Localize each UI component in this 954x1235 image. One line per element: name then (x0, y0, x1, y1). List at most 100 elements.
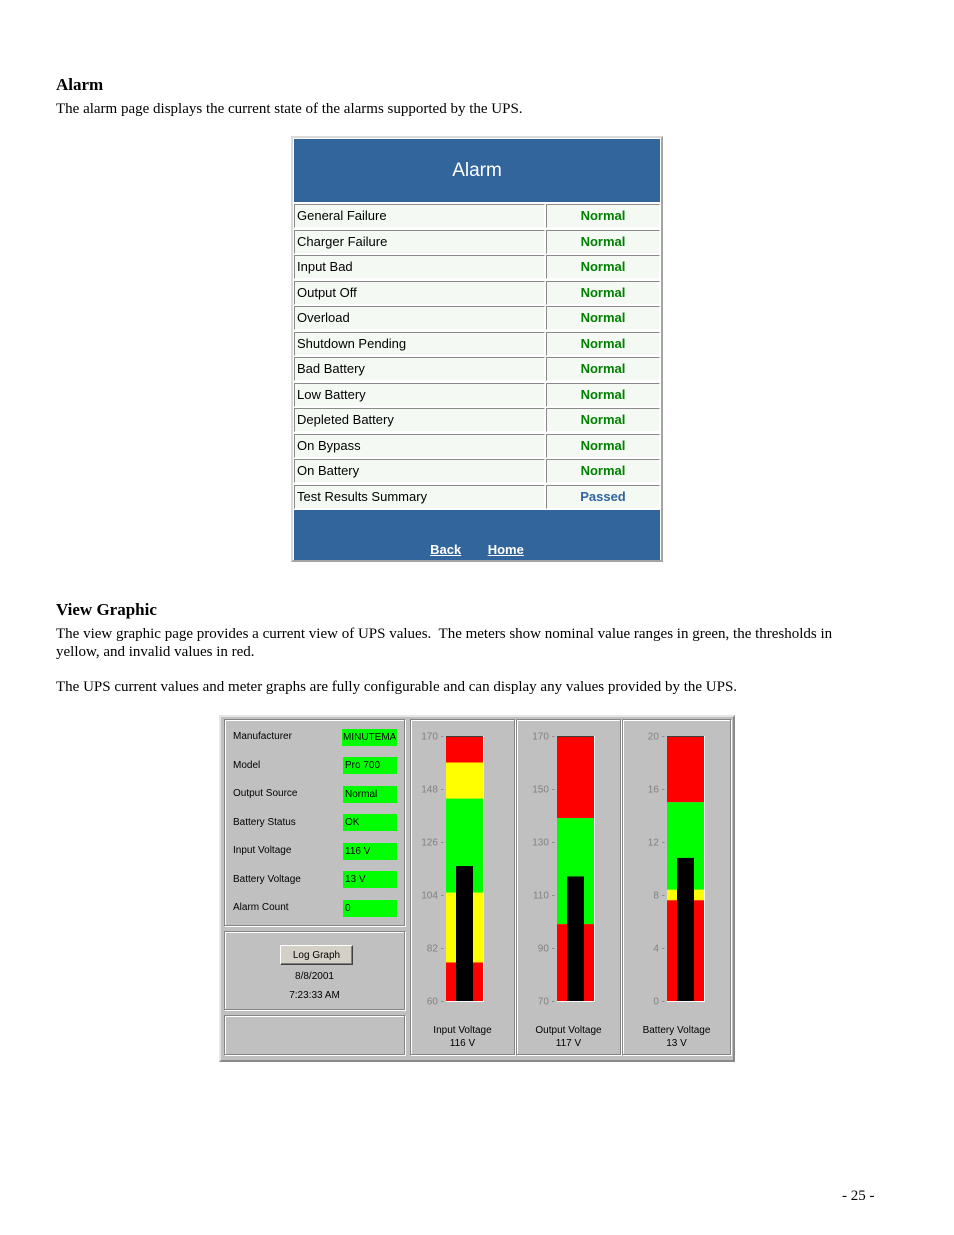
alarm-row: Charger Failure Normal (294, 229, 660, 254)
meter-graph: 20 - 16 - 12 - 8 - 4 - 0 - Battery Voltage 13 V (643, 732, 711, 1050)
meter-tick-label: 130 - (532, 838, 555, 849)
alarm-name: Charger Failure (294, 229, 545, 254)
meter-value-bar (456, 866, 473, 1001)
alarm-section-description: The alarm page displays the current stat… (56, 101, 523, 117)
alarm-status: Passed (546, 484, 660, 509)
meter-tick-label: 170 - (421, 732, 444, 743)
alarm-name: Bad Battery (294, 357, 545, 381)
alarm-status: Normal (546, 433, 660, 458)
alarm-name: Input Bad (294, 255, 545, 279)
meter-tick-label: 104 - (421, 891, 444, 902)
ups-value-label: Battery Status (233, 816, 296, 828)
alarm-row: Shutdown Pending Normal (294, 331, 660, 356)
alarm-panel-title: Alarm (294, 139, 660, 202)
alarm-row: On Bypass Normal (294, 433, 660, 458)
alarm-name: Depleted Battery (294, 408, 545, 432)
log-date: 8/8/2001 (295, 971, 334, 982)
meter-zone-red (557, 736, 594, 819)
alarm-row: General Failure Normal (294, 204, 660, 228)
meter-title: Input Voltage (433, 1025, 492, 1036)
alarm-panel: Alarm General Failure Normal Charger Failu… (291, 136, 663, 562)
meter-tick-label: 70 - (538, 997, 555, 1008)
alarm-status: Normal (546, 280, 660, 305)
meter-title: Battery Voltage (643, 1025, 711, 1036)
meter-panel-input-voltage: 170 - 148 - 126 - 104 - 82 - 60 - Input Voltag… (410, 719, 515, 1055)
meter-tick-label: 12 - (648, 838, 665, 849)
empty-status-panel (224, 1015, 405, 1055)
meter-zone-red (446, 736, 483, 763)
alarm-row: On Battery Normal (294, 459, 660, 483)
meter-zone-yellow (446, 762, 483, 799)
meter-tick-label: 0 - (653, 997, 665, 1008)
alarm-panel-footer: Back Home (294, 510, 660, 560)
alarm-row: Test Results Summary Passed (294, 484, 660, 509)
alarm-name: Shutdown Pending (294, 331, 545, 356)
alarm-status: Normal (546, 357, 660, 381)
meter-title: Output Voltage (535, 1025, 602, 1036)
ups-value-label: Model (233, 759, 261, 771)
log-time: 7:23:33 AM (289, 990, 340, 1001)
alarm-row: Output Off Normal (294, 280, 660, 305)
ups-values-panel: Manufacturer MINUTEMAN Model Pro 700 Output … (224, 719, 405, 926)
ups-value-field: Normal (343, 785, 397, 803)
meter-value-bar (677, 857, 694, 1001)
meter-value-bar (567, 876, 584, 1001)
view-graphic-panel: Manufacturer MINUTEMAN Model Pro 700 Output … (219, 715, 735, 1062)
alarm-status: Normal (546, 255, 660, 279)
alarm-status: Normal (546, 306, 660, 330)
alarm-row: Overload Normal (294, 306, 660, 330)
meter-graph: 170 - 150 - 130 - 110 - 90 - 70 - Output Volta… (532, 732, 602, 1050)
meter-tick-label: 20 - (648, 732, 665, 743)
alarm-row: Input Bad Normal (294, 255, 660, 279)
ups-value-label: Input Voltage (233, 845, 292, 856)
meter-value-text: 116 V (450, 1038, 476, 1049)
meter-tick-label: 4 - (653, 944, 665, 955)
ups-value-field: OK (343, 814, 397, 831)
ups-value-field: MINUTEMAN (342, 728, 397, 746)
alarm-row: Depleted Battery Normal (294, 408, 660, 432)
alarm-name: General Failure (294, 204, 545, 228)
meter-value-text: 117 V (556, 1038, 582, 1049)
page-number: - 25 - (842, 1188, 875, 1204)
meter-tick-label: 170 - (532, 732, 555, 743)
meter-zone-red (667, 736, 704, 803)
ups-value-field: 13 V (343, 871, 397, 888)
back-link[interactable]: Back (430, 542, 461, 557)
meter-value-text: 13 V (666, 1038, 687, 1049)
meter-graph: 170 - 148 - 126 - 104 - 82 - 60 - Input Voltag… (421, 732, 492, 1050)
alarm-name: Output Off (294, 280, 545, 305)
alarm-row: Low Battery Normal (294, 382, 660, 407)
alarm-status: Normal (546, 204, 660, 228)
alarm-name: Low Battery (294, 382, 545, 407)
meter-tick-label: 16 - (648, 785, 665, 796)
meter-panel-battery-voltage: 20 - 16 - 12 - 8 - 4 - 0 - Battery Voltage 13 V (622, 719, 731, 1055)
ups-value-label: Battery Voltage (233, 873, 301, 885)
meter-tick-label: 8 - (653, 891, 665, 902)
ups-value-label: Output Source (233, 788, 298, 799)
meter-tick-label: 150 - (532, 785, 555, 796)
ups-value-label: Alarm Count (233, 902, 289, 913)
alarm-status: Normal (546, 229, 660, 254)
ups-value-field: 0 (343, 899, 397, 917)
alarm-status: Normal (546, 459, 660, 483)
meter-tick-label: 60 - (427, 997, 444, 1008)
alarm-row: Bad Battery Normal (294, 357, 660, 381)
meter-tick-label: 82 - (427, 944, 444, 955)
alarm-name: On Bypass (294, 433, 545, 458)
meter-tick-label: 110 - (533, 891, 555, 902)
view-graphic-description: The view graphic page provides a current… (56, 626, 836, 660)
alarm-status: Normal (546, 382, 660, 407)
log-panel: Log Graph 8/8/2001 7:23:33 AM (224, 931, 405, 1010)
meter-tick-label: 126 - (421, 838, 444, 849)
meter-tick-label: 90 - (538, 944, 555, 955)
home-link[interactable]: Home (488, 542, 524, 557)
ups-value-field: Pro 700 (343, 757, 397, 774)
alarm-status: Normal (546, 331, 660, 356)
meter-tick-label: 148 - (421, 785, 444, 796)
view-graphic-configurable-note: The UPS current values and meter graphs … (56, 679, 738, 695)
meter-panel-output-voltage: 170 - 150 - 130 - 110 - 90 - 70 - Output Volta… (516, 719, 621, 1055)
log-graph-button[interactable]: Log Graph (280, 945, 353, 965)
alarm-name: On Battery (294, 459, 545, 483)
ups-value-label: Manufacturer (233, 731, 292, 742)
alarm-name: Overload (294, 306, 545, 330)
